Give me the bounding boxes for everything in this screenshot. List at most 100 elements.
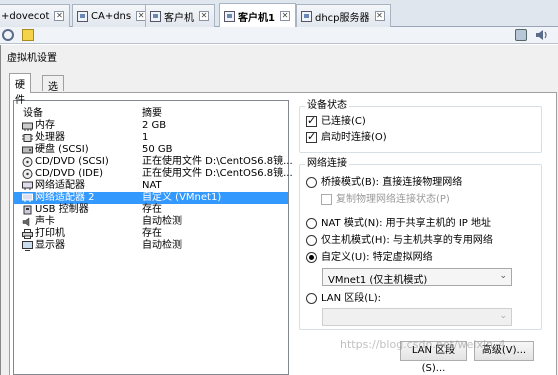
nat-label[interactable]: NAT 模式(N): 用于共享主机的 IP 地址 xyxy=(321,218,491,230)
device-row-cd-dvd-ide[interactable]: CD/DVD (IDE) 正在使用文件 D:\CentOS6.8镜... xyxy=(14,168,293,180)
device-name: 声卡 xyxy=(35,216,55,227)
device-name: 硬盘 (SCSI) xyxy=(35,144,89,155)
device-summary: 自定义 (VMnet1) xyxy=(142,192,222,203)
device-status-group: 设备状态 已连接(C) 启动时连接(O) xyxy=(299,100,542,153)
column-header-summary[interactable]: 摘要 xyxy=(142,104,162,119)
device-row-printer[interactable]: 打印机 存在 xyxy=(14,228,288,240)
usb-controller-icon xyxy=(23,205,32,215)
close-icon[interactable]: ✕ xyxy=(199,11,209,21)
tab-options[interactable]: 选项 xyxy=(42,75,64,108)
sound-card-icon xyxy=(22,217,30,227)
custom-label[interactable]: 自定义(U): 特定虚拟网络 xyxy=(321,252,433,264)
processor-icon xyxy=(22,134,33,142)
close-icon[interactable]: ✕ xyxy=(374,11,385,21)
dialog-title: 虚拟机设置 xyxy=(7,53,57,64)
column-header-device[interactable]: 设备 xyxy=(23,104,43,119)
connect-at-power-on-label[interactable]: 启动时连接(O) xyxy=(321,132,387,144)
device-row-hard-disk[interactable]: 硬盘 (SCSI) 50 GB xyxy=(14,144,288,156)
device-name: 网络适配器 2 xyxy=(35,192,95,203)
device-name: 显示器 xyxy=(35,240,65,251)
cd-dvd-icon xyxy=(22,169,33,179)
power-icon[interactable] xyxy=(2,29,14,41)
vm-tab-client[interactable]: 客户机 ✕ xyxy=(145,4,215,27)
vm-tab-strip: +dovecot ✕ CA+dns ✕ 客户机 ✕ 客户机1 ✕ dhcp服务器… xyxy=(0,0,558,28)
network-connection-group: 网络连接 桥接模式(B): 直接连接物理网络 复制物理网络连接状态(P) NAT… xyxy=(299,158,542,330)
replicate-state-checkbox[interactable] xyxy=(321,194,332,205)
device-name: 处理器 xyxy=(35,132,65,143)
device-row-network-adapter-2[interactable]: 网络适配器 2 自定义 (VMnet1) xyxy=(14,192,288,204)
host-only-label[interactable]: 仅主机模式(H): 与主机共享的专用网络 xyxy=(321,235,493,247)
vm-icon xyxy=(150,10,161,22)
device-status-title: 设备状态 xyxy=(305,100,349,112)
custom-network-select[interactable]: VMnet1 (仅主机模式) ⌄ xyxy=(322,268,512,286)
vm-tab-ca-dns[interactable]: CA+dns ✕ xyxy=(72,4,153,27)
connect-at-power-on-checkbox[interactable] xyxy=(306,131,317,143)
sound-icon[interactable] xyxy=(535,29,549,41)
custom-radio[interactable] xyxy=(306,252,317,263)
vm-tab-label: dhcp服务器 xyxy=(315,12,370,24)
vm-icon xyxy=(77,10,88,22)
device-row-memory[interactable]: 内存 2 GB xyxy=(14,120,288,132)
custom-network-value: VMnet1 (仅主机模式) xyxy=(328,275,428,286)
bridged-label[interactable]: 桥接模式(B): 直接连接物理网络 xyxy=(321,177,462,189)
memory-icon xyxy=(22,122,33,131)
device-summary: 存在 xyxy=(142,228,162,239)
vm-tab-dhcp-server[interactable]: dhcp服务器 ✕ xyxy=(296,4,391,27)
device-summary: 正在使用文件 D:\CentOS6.8镜... xyxy=(142,156,293,167)
device-summary: 自动检测 xyxy=(142,240,182,251)
device-list-header: 设备 摘要 xyxy=(14,101,288,119)
connected-checkbox[interactable] xyxy=(306,115,317,127)
device-row-cd-dvd-scsi[interactable]: CD/DVD (SCSI) 正在使用文件 D:\CentOS6.8镜... xyxy=(14,156,293,168)
network-adapter-icon[interactable] xyxy=(515,29,527,41)
tab-hardware[interactable]: 硬件 xyxy=(9,73,31,106)
device-summary: 50 GB xyxy=(142,144,173,155)
device-summary: NAT xyxy=(142,180,162,191)
device-row-display[interactable]: 显示器 自动检测 xyxy=(14,240,288,252)
lan-segment-select[interactable]: ⌄ xyxy=(322,308,512,326)
chevron-down-icon: ⌄ xyxy=(499,311,507,321)
connected-label[interactable]: 已连接(C) xyxy=(321,116,366,128)
vm-icon xyxy=(301,10,312,22)
display-icon xyxy=(22,241,33,251)
device-summary: 自动检测 xyxy=(142,216,182,227)
close-icon[interactable]: ✕ xyxy=(279,11,290,21)
network-connection-title: 网络连接 xyxy=(305,158,349,170)
device-name: USB 控制器 xyxy=(35,204,89,215)
device-row-network-adapter[interactable]: 网络适配器 NAT xyxy=(14,180,288,192)
watermark: https://blog.csdn.net/weixin_4... xyxy=(340,338,517,351)
device-summary: 2 GB xyxy=(142,120,167,131)
vm-tab-dovecot[interactable]: +dovecot ✕ xyxy=(0,4,71,27)
vm-tab-client1[interactable]: 客户机1 ✕ xyxy=(219,3,296,28)
device-row-processor[interactable]: 处理器 1 xyxy=(14,132,288,144)
vm-icon xyxy=(224,10,235,22)
device-name: 打印机 xyxy=(35,228,65,239)
lan-segment-label[interactable]: LAN 区段(L): xyxy=(321,293,381,305)
cd-dvd-icon xyxy=(22,157,33,167)
vm-tab-label: +dovecot xyxy=(1,10,50,22)
network-adapter-icon xyxy=(22,193,33,202)
device-list: 设备 摘要 内存 2 GB 处理器 1 硬盘 (SCSI) 50 GB CD/D… xyxy=(13,100,293,375)
vm-tab-label: CA+dns xyxy=(91,10,132,22)
bridged-radio[interactable] xyxy=(306,177,317,188)
device-summary: 正在使用文件 D:\CentOS6.8镜... xyxy=(142,168,293,179)
nat-radio[interactable] xyxy=(306,218,317,229)
replicate-state-label[interactable]: 复制物理网络连接状态(P) xyxy=(336,194,450,206)
device-name: 内存 xyxy=(35,120,55,131)
device-summary: 存在 xyxy=(142,204,162,215)
chevron-down-icon: ⌄ xyxy=(499,271,507,281)
toolbar xyxy=(0,27,558,44)
device-name: CD/DVD (SCSI) xyxy=(35,156,109,167)
network-adapter-icon xyxy=(22,181,33,190)
vm-tab-label: 客户机1 xyxy=(238,12,275,24)
device-row-sound-card[interactable]: 声卡 自动检测 xyxy=(14,216,288,228)
device-name: 网络适配器 xyxy=(35,180,85,191)
close-icon[interactable]: ✕ xyxy=(54,11,65,21)
hard-disk-icon xyxy=(22,146,33,154)
device-summary: 1 xyxy=(142,132,149,143)
lan-segment-radio[interactable] xyxy=(306,293,317,304)
host-only-radio[interactable] xyxy=(306,235,317,246)
device-row-usb-controller[interactable]: USB 控制器 存在 xyxy=(14,204,288,216)
device-name: CD/DVD (IDE) xyxy=(35,168,104,179)
vm-tab-label: 客户机 xyxy=(164,12,194,24)
note-icon[interactable] xyxy=(22,29,34,41)
